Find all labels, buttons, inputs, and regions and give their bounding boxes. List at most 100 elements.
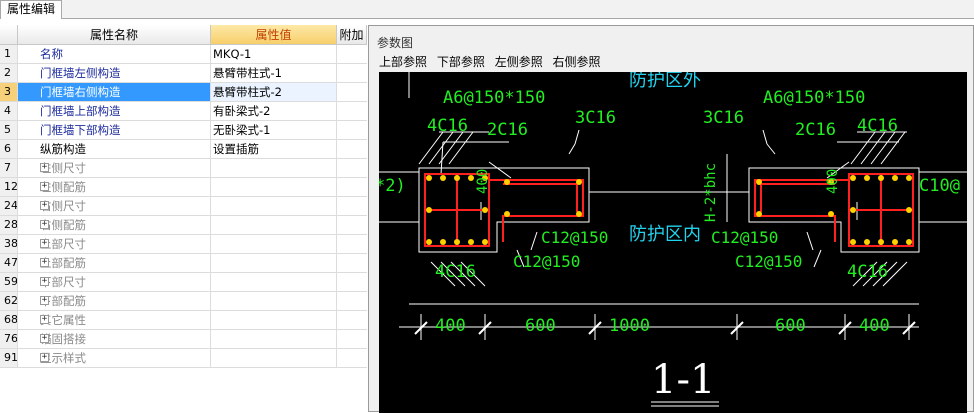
property-value[interactable]: 无卧梁式-1 (211, 121, 337, 139)
left-height-label: 400 (475, 168, 491, 194)
tab-property-edit[interactable]: 属性编辑 (0, 0, 63, 19)
inside-zone-label: 防护区内 (629, 224, 701, 245)
expand-icon[interactable]: + (40, 220, 49, 229)
property-value[interactable]: 悬臂带柱式-2 (211, 83, 337, 101)
tab-left-reference[interactable]: 左侧参照 (495, 52, 543, 72)
tab-bar: 属性编辑 (0, 0, 974, 19)
attach-cell (337, 330, 367, 348)
property-value[interactable]: MKQ-1 (211, 45, 337, 63)
table-row-group[interactable]: 59 + 下部尺寸 (0, 273, 367, 292)
right-c12-label-a: C12@150 (711, 228, 779, 247)
property-value (211, 197, 337, 215)
attach-cell (337, 102, 367, 120)
property-group-name[interactable]: + 上部配筋 (18, 254, 211, 272)
property-grid: 属性名称 属性值 附加 1 名称 MKQ-1 2 门框墙左侧构造 悬臂带柱式-1… (0, 25, 367, 412)
right-bottom-rebar-label: 4C16 (847, 262, 888, 282)
property-group-name[interactable]: + 上部尺寸 (18, 235, 211, 253)
attach-cell (337, 197, 367, 215)
property-group-name[interactable]: + 左侧尺寸 (18, 159, 211, 177)
table-row-selected[interactable]: 3 门框墙右侧构造 悬臂带柱式-2 (0, 83, 367, 102)
left-stirrup-label: A6@150*150 (443, 88, 546, 108)
property-value (211, 330, 337, 348)
expand-icon[interactable]: + (40, 258, 49, 267)
attach-cell (337, 273, 367, 291)
property-value (211, 216, 337, 234)
property-value (211, 254, 337, 272)
table-row[interactable]: 4 门框墙上部构造 有卧梁式-2 (0, 102, 367, 121)
attach-cell (337, 292, 367, 310)
row-number: 59 (0, 273, 18, 291)
left-2c16-label: 2C16 (487, 120, 528, 140)
tab-top-reference[interactable]: 上部参照 (379, 52, 427, 72)
attach-cell (337, 235, 367, 253)
left-top-rebar-label: 4C16 (427, 116, 468, 136)
table-row-group[interactable]: 38 + 上部尺寸 (0, 235, 367, 254)
expand-icon[interactable]: + (40, 201, 49, 210)
dimension-label: 400 (859, 316, 890, 336)
property-name[interactable]: 门框墙下部构造 (18, 121, 211, 139)
table-row[interactable]: 2 门框墙左侧构造 悬臂带柱式-1 (0, 64, 367, 83)
expand-icon[interactable]: + (40, 353, 49, 362)
table-row-group[interactable]: 68 + 其它属性 (0, 311, 367, 330)
expand-icon[interactable]: + (40, 334, 49, 343)
property-name[interactable]: 门框墙上部构造 (18, 102, 211, 120)
row-number: 68 (0, 311, 18, 329)
property-group-name[interactable]: + 右侧配筋 (18, 216, 211, 234)
property-name-header: 属性名称 (18, 25, 211, 45)
right-edge-label: C10@ (919, 176, 960, 196)
expand-icon[interactable]: + (40, 239, 49, 248)
property-value (211, 292, 337, 310)
property-value[interactable]: 有卧梁式-2 (211, 102, 337, 120)
expand-icon[interactable]: + (40, 163, 49, 172)
property-group-name[interactable]: + 锚固搭接 (18, 330, 211, 348)
table-row-group[interactable]: 91 + 显示样式 (0, 349, 367, 368)
expand-icon[interactable]: + (40, 182, 49, 191)
attach-cell (337, 349, 367, 367)
attach-cell (337, 121, 367, 139)
property-name[interactable]: 门框墙右侧构造 (18, 83, 211, 101)
property-group-name[interactable]: + 左侧配筋 (18, 178, 211, 196)
right-top-rebar-label: 4C16 (857, 116, 898, 136)
property-name[interactable]: 纵筋构造 (18, 140, 211, 158)
property-value (211, 311, 337, 329)
right-height-label: 400 (825, 168, 841, 194)
table-row-group[interactable]: 7 + 左侧尺寸 (0, 159, 367, 178)
property-group-name[interactable]: + 显示样式 (18, 349, 211, 367)
property-name[interactable]: 名称 (18, 45, 211, 63)
table-row[interactable]: 5 门框墙下部构造 无卧梁式-1 (0, 121, 367, 140)
property-value[interactable]: 设置插筋 (211, 140, 337, 158)
tab-bottom-reference[interactable]: 下部参照 (437, 52, 485, 72)
property-group-name[interactable]: + 下部配筋 (18, 292, 211, 310)
row-number: 2 (0, 64, 18, 82)
panel-title: 参数图 (377, 36, 414, 50)
expand-icon[interactable]: + (40, 296, 49, 305)
attach-cell (337, 64, 367, 82)
cad-canvas: 防护区外 防护区内 A6@150*150 A6@150*150 4C16 2C1… (379, 72, 967, 413)
property-group-name[interactable]: + 其它属性 (18, 311, 211, 329)
parameter-diagram-panel: 参数图 上部参照 下部参照 左侧参照 右侧参照 防护区外 防护区内 A6@150… (368, 25, 974, 413)
expand-icon[interactable]: + (40, 277, 49, 286)
table-row-group[interactable]: 47 + 上部配筋 (0, 254, 367, 273)
table-row-group[interactable]: 24 + 右侧尺寸 (0, 197, 367, 216)
left-3c16-label: 3C16 (575, 108, 616, 128)
attach-cell (337, 254, 367, 272)
table-row[interactable]: 1 名称 MKQ-1 (0, 45, 367, 64)
property-value-header: 属性值 (211, 25, 337, 45)
row-number: 38 (0, 235, 18, 253)
table-row-group[interactable]: 28 + 右侧配筋 (0, 216, 367, 235)
table-row-group[interactable]: 62 + 下部配筋 (0, 292, 367, 311)
property-value[interactable]: 悬臂带柱式-1 (211, 64, 337, 82)
row-number: 4 (0, 102, 18, 120)
property-group-name[interactable]: + 下部尺寸 (18, 273, 211, 291)
property-group-name[interactable]: + 右侧尺寸 (18, 197, 211, 215)
left-bottom-rebar-label: 4C16 (435, 262, 476, 282)
property-value (211, 349, 337, 367)
left-c12-label-a: C12@150 (541, 228, 609, 247)
tab-right-reference[interactable]: 右侧参照 (553, 52, 601, 72)
attach-cell (337, 311, 367, 329)
property-name[interactable]: 门框墙左侧构造 (18, 64, 211, 82)
expand-icon[interactable]: + (40, 315, 49, 324)
table-row-group[interactable]: 76 + 锚固搭接 (0, 330, 367, 349)
table-row[interactable]: 6 纵筋构造 设置插筋 (0, 140, 367, 159)
table-row-group[interactable]: 12 + 左侧配筋 (0, 178, 367, 197)
